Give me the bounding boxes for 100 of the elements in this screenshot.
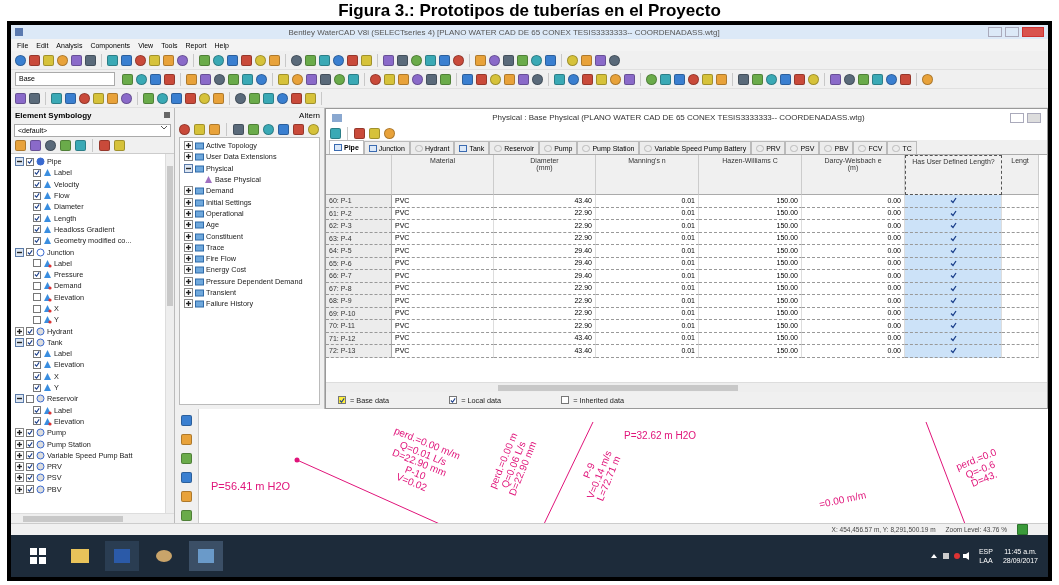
toolbar-icon[interactable] (179, 124, 190, 135)
expander-icon[interactable] (15, 247, 24, 257)
toolbar-icon[interactable] (291, 92, 302, 104)
toolbar-icon[interactable] (333, 54, 344, 66)
toolbar-icon[interactable] (568, 73, 579, 85)
expander-icon[interactable] (184, 141, 193, 151)
checkbox[interactable] (26, 248, 34, 256)
toolbar-icon[interactable] (716, 73, 727, 85)
expander-icon[interactable] (184, 186, 193, 196)
expander-icon[interactable] (15, 337, 24, 347)
checkbox[interactable] (33, 191, 41, 200)
expander-icon[interactable] (184, 220, 193, 230)
toolbar-icon[interactable] (30, 140, 41, 151)
toolbar-icon[interactable] (476, 73, 487, 85)
expander-icon[interactable] (184, 242, 193, 252)
toolbar-icon[interactable] (242, 73, 253, 85)
toolbar-icon[interactable] (830, 73, 841, 85)
toolbar-icon[interactable] (660, 73, 671, 85)
toolbar-icon[interactable] (624, 73, 635, 85)
toolbar-icon[interactable] (29, 92, 40, 104)
toolbar-icon[interactable] (609, 54, 620, 66)
checkbox[interactable] (26, 485, 34, 494)
toolbar-icon[interactable] (531, 54, 542, 66)
checkbox[interactable] (949, 272, 957, 280)
toolbar-icon[interactable] (15, 54, 26, 66)
expander-icon[interactable] (184, 152, 193, 162)
toolbar-icon[interactable] (79, 92, 90, 104)
checkbox[interactable] (33, 236, 41, 245)
toolbar-icon[interactable] (348, 73, 359, 85)
expander-icon[interactable] (15, 157, 24, 167)
toolbar-icon[interactable] (922, 73, 933, 85)
toolbar-icon[interactable] (186, 73, 197, 85)
toolbar-icon[interactable] (263, 124, 274, 135)
checkbox[interactable] (949, 234, 957, 242)
checkbox[interactable] (33, 281, 41, 290)
toolbar-icon[interactable] (136, 73, 147, 85)
toolbar-icon[interactable] (319, 54, 330, 66)
checkbox[interactable] (26, 451, 34, 460)
expander-icon[interactable] (184, 276, 193, 286)
toolbar-icon[interactable] (439, 54, 450, 66)
toolbar-icon[interactable] (292, 73, 303, 85)
checkbox[interactable] (949, 209, 957, 217)
toolbar-icon[interactable] (595, 54, 606, 66)
toolbar-icon[interactable] (150, 73, 161, 85)
checkbox[interactable] (26, 428, 34, 437)
toolbar-icon[interactable] (214, 73, 225, 85)
checkbox[interactable] (33, 406, 41, 415)
toolbar-icon[interactable] (235, 92, 246, 104)
toolbar-icon[interactable] (517, 54, 528, 66)
toolbar-icon[interactable] (425, 54, 436, 66)
toolbar-icon[interactable] (122, 73, 133, 85)
toolbar-icon[interactable] (738, 73, 749, 85)
toolbar-icon[interactable] (610, 73, 621, 85)
scrollbar-thumb[interactable] (167, 166, 173, 306)
toolbar-icon[interactable] (306, 73, 317, 85)
toolbar-icon[interactable] (213, 92, 224, 104)
toolbar-icon[interactable] (143, 92, 154, 104)
checkbox[interactable] (33, 214, 41, 223)
expander-icon[interactable] (15, 450, 24, 460)
toolbar-icon[interactable] (397, 54, 408, 66)
toolbar-icon[interactable] (646, 73, 657, 85)
checkbox[interactable] (33, 372, 41, 381)
checkbox[interactable] (949, 197, 957, 205)
toolbar-icon[interactable] (330, 127, 341, 139)
toolbar-icon[interactable] (384, 127, 395, 139)
toolbar-icon[interactable] (164, 73, 175, 85)
scrollbar-thumb[interactable] (23, 516, 123, 522)
toolbar-icon[interactable] (135, 54, 146, 66)
checkbox[interactable] (26, 440, 34, 449)
toolbar-icon[interactable] (177, 54, 188, 66)
expander-icon[interactable] (15, 326, 24, 336)
toolbar-icon[interactable] (504, 73, 515, 85)
checkbox[interactable] (33, 417, 41, 426)
toolbar-icon[interactable] (475, 54, 486, 66)
toolbar-icon[interactable] (293, 124, 304, 135)
checkbox[interactable] (33, 293, 41, 302)
checkbox[interactable] (26, 394, 34, 403)
expander-icon[interactable] (184, 288, 193, 297)
checkbox[interactable] (33, 259, 41, 268)
toolbar-icon[interactable] (199, 54, 210, 66)
toolbar-icon[interactable] (121, 54, 132, 66)
toolbar-icon[interactable] (181, 415, 192, 426)
toolbar-icon[interactable] (121, 92, 132, 104)
expander-icon[interactable] (15, 394, 24, 404)
checkbox[interactable] (561, 396, 570, 404)
toolbar-icon[interactable] (886, 73, 897, 85)
toolbar-icon[interactable] (107, 54, 118, 66)
checkbox[interactable] (26, 473, 34, 482)
checkbox[interactable] (26, 338, 34, 347)
checkbox[interactable] (26, 327, 34, 336)
toolbar-icon[interactable] (71, 54, 82, 66)
toolbar-icon[interactable] (411, 54, 422, 66)
toolbar-icon[interactable] (688, 73, 699, 85)
toolbar-icon[interactable] (200, 73, 211, 85)
toolbar-icon[interactable] (766, 73, 777, 85)
toolbar-icon[interactable] (780, 73, 791, 85)
toolbar-icon[interactable] (99, 140, 110, 151)
toolbar-icon[interactable] (185, 92, 196, 104)
toolbar-icon[interactable] (228, 73, 239, 85)
toolbar-icon[interactable] (518, 73, 529, 85)
